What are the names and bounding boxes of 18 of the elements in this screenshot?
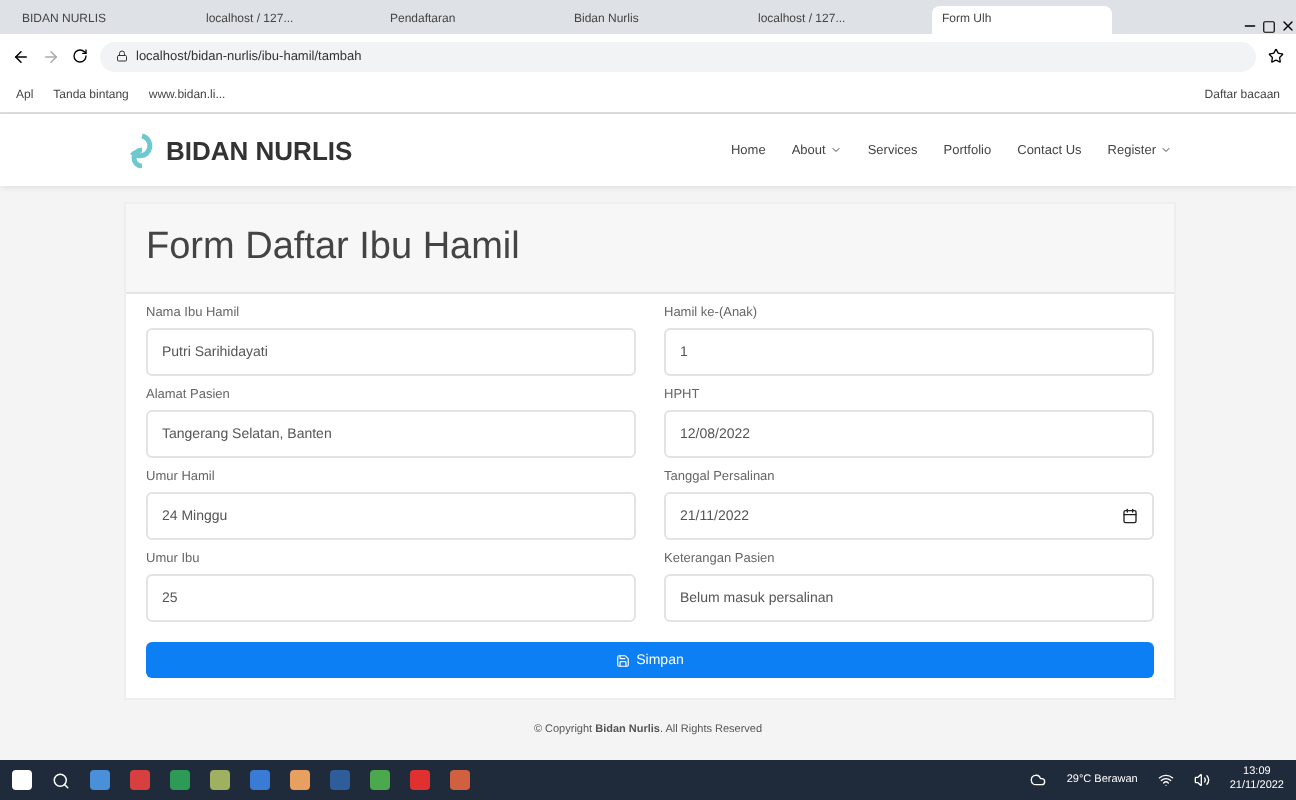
maximize-icon[interactable]	[1262, 20, 1276, 34]
search-icon[interactable]	[52, 771, 70, 789]
volume-icon	[1193, 772, 1210, 788]
caret-icon	[1160, 144, 1172, 156]
logo-icon	[128, 132, 156, 168]
brand-name[interactable]: BIDAN NURLIS	[166, 135, 353, 165]
save-icon	[616, 653, 631, 667]
wifi-icon	[1157, 772, 1174, 788]
forward-icon[interactable]	[42, 47, 60, 65]
back-icon[interactable]	[12, 47, 30, 65]
cloud-icon	[1030, 772, 1047, 788]
start-icon[interactable]	[12, 770, 32, 790]
caret-icon	[829, 144, 842, 156]
calendar-icon[interactable]	[1122, 508, 1138, 524]
close-icon[interactable]	[1280, 18, 1296, 34]
star-icon[interactable]	[1268, 48, 1284, 64]
reload-icon[interactable]	[72, 48, 88, 64]
form-title: Form Daftar Ibu Hamil	[146, 226, 520, 270]
